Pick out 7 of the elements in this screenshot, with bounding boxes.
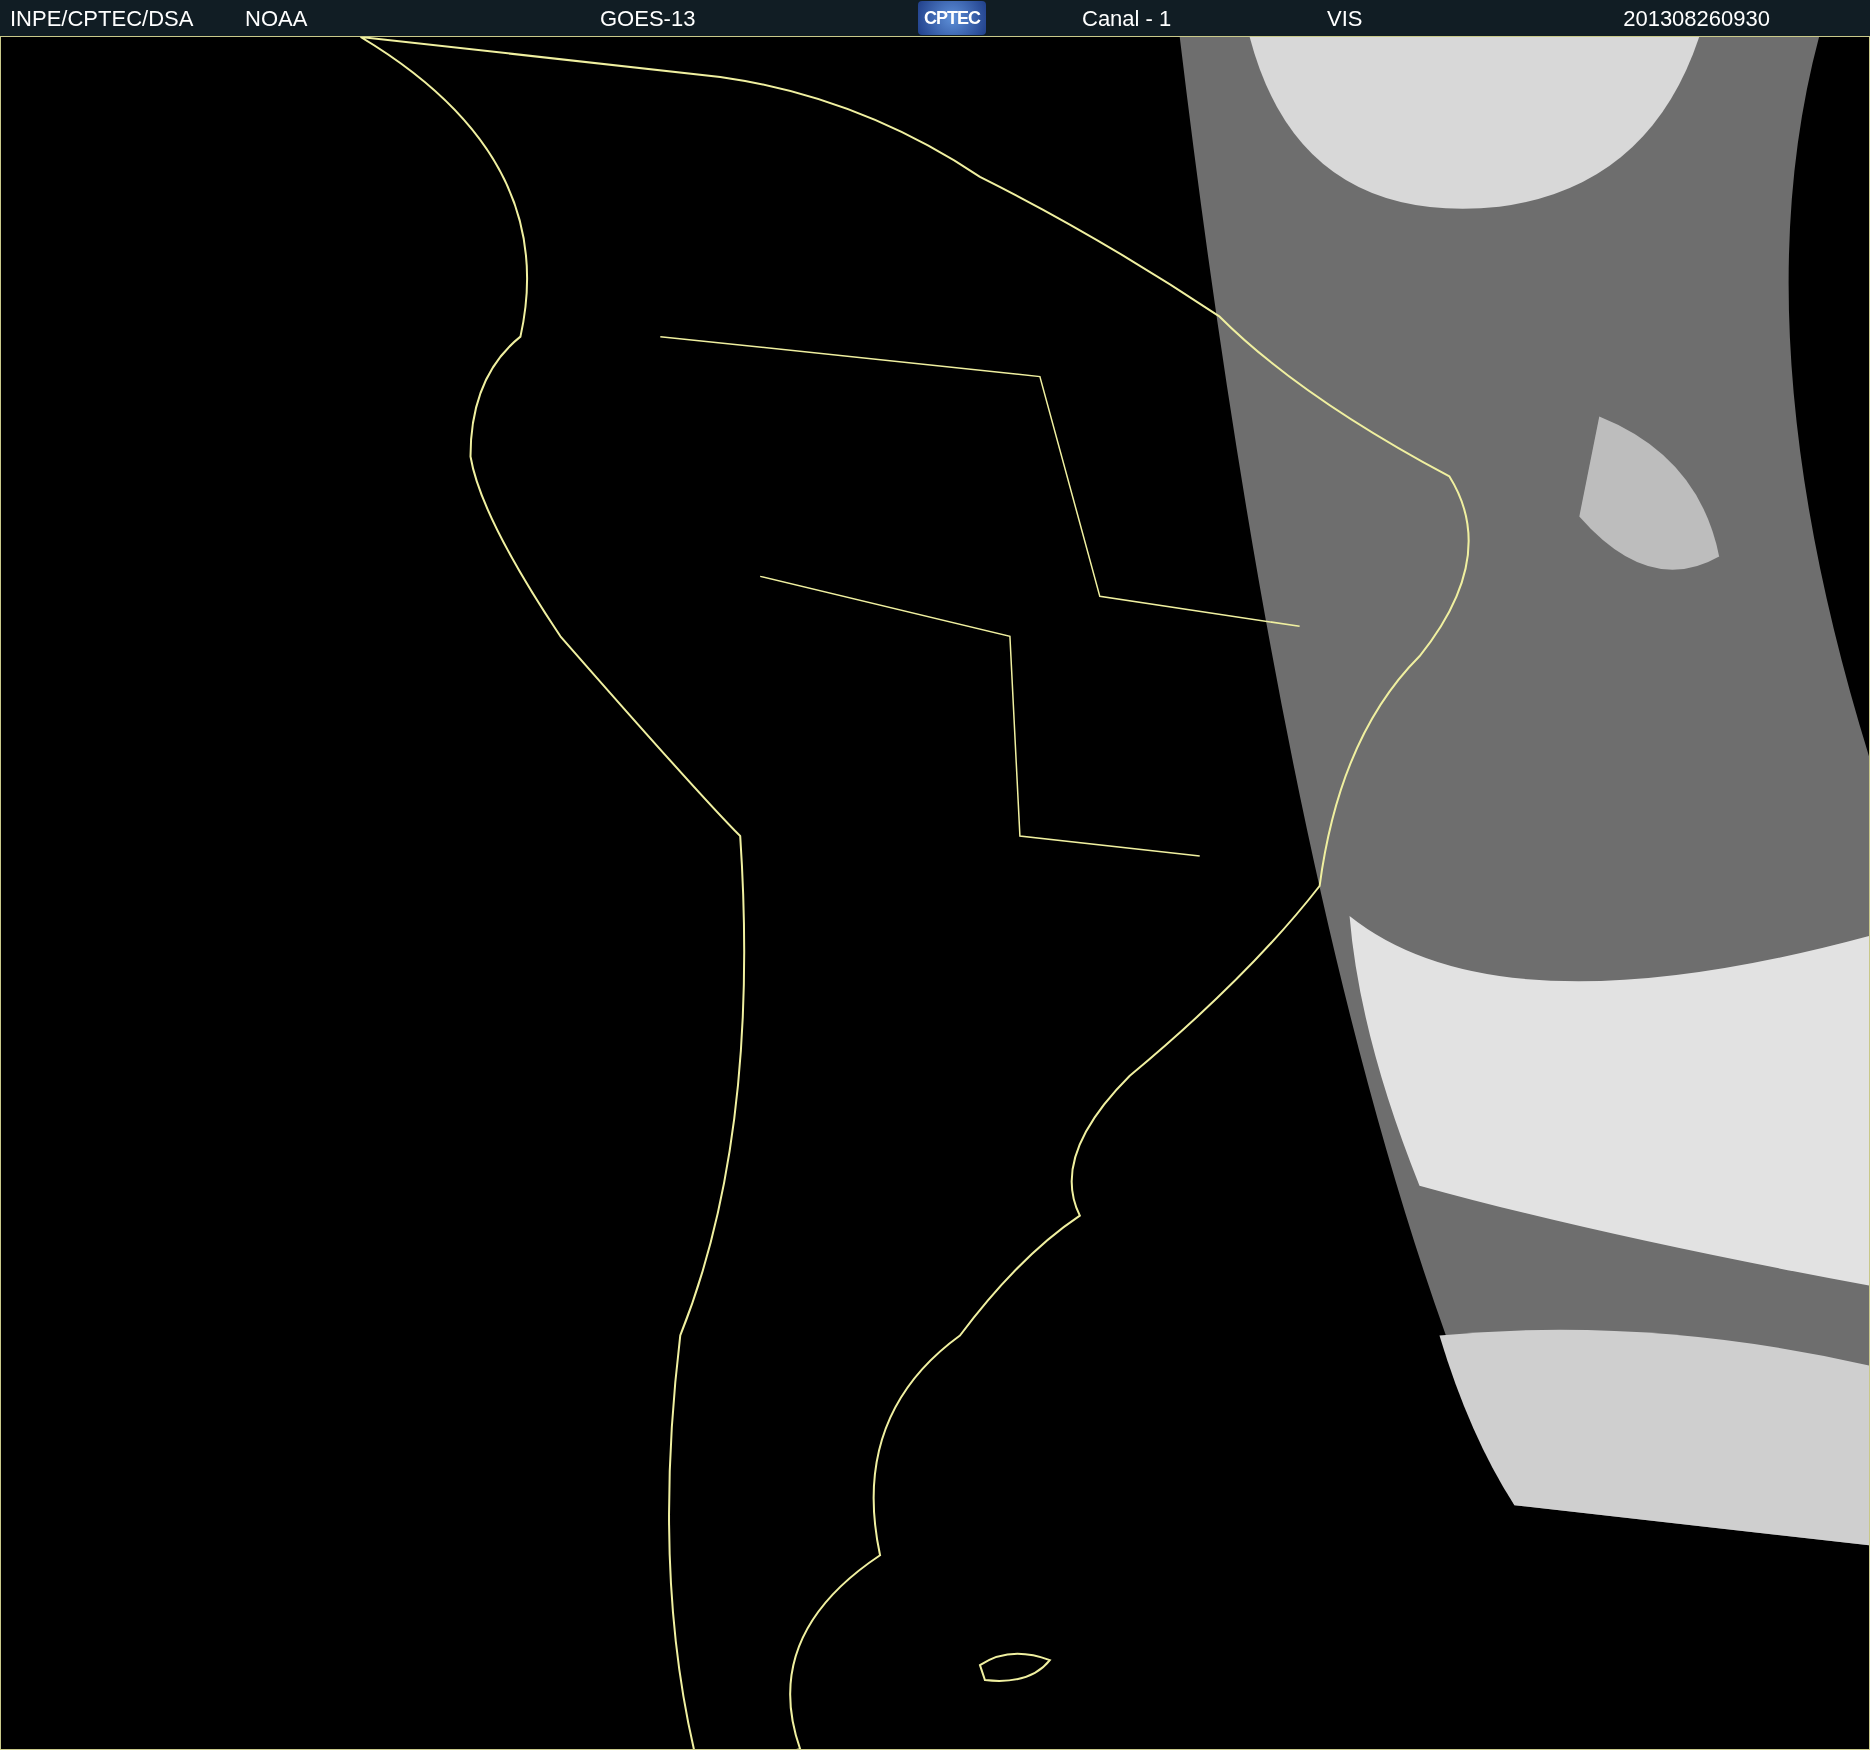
header-label: Canal - 1 <box>1082 4 1173 33</box>
header-label: VIS <box>1327 4 1364 33</box>
logo: CPTEC <box>918 1 986 35</box>
header-label: INPE/CPTEC/DSA <box>10 4 195 33</box>
header-label: GOES-13 <box>600 4 697 33</box>
header-label: 201308260930 <box>1623 4 1770 33</box>
header-label: NOAA <box>245 4 309 33</box>
